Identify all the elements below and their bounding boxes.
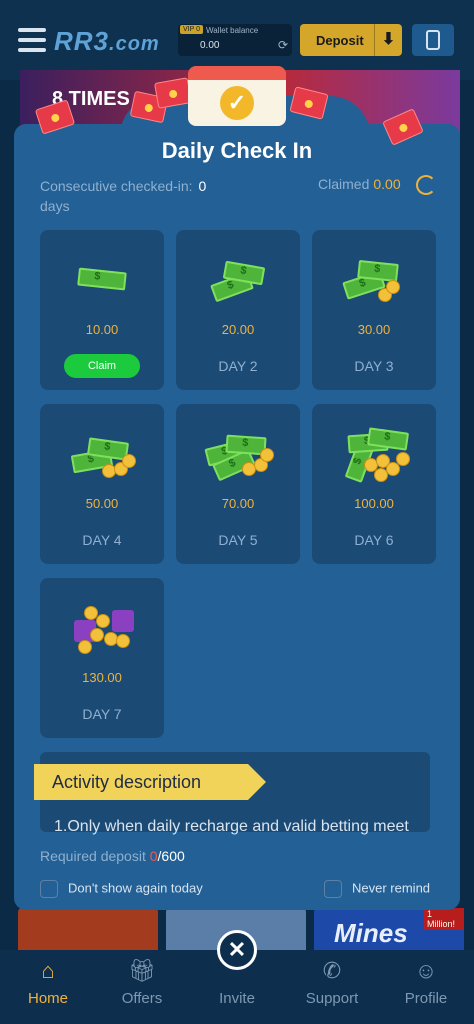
day-card-5[interactable]: 70.00 DAY 5 [176,404,300,564]
wallet-value: 0.00 [200,40,220,51]
logo: RR3.com [54,26,160,56]
reward-amount: 130.00 [82,670,122,685]
profile-icon: ☺ [414,958,438,983]
home-icon: ⌂ [41,958,55,983]
wallet-label: Wallet balance [206,26,259,35]
gift-icon: 🎁︎ [128,958,156,983]
consecutive-count: 0 [198,178,207,194]
cash-coins-icon [334,422,414,483]
mobile-app-button[interactable] [412,24,454,56]
day-card-1[interactable]: 10.00 Claim [40,230,164,390]
day-label: DAY 2 [218,358,258,374]
reward-amount: 10.00 [85,322,119,337]
day-card-6[interactable]: 100.00 DAY 6 [312,404,436,564]
claimed-total: Claimed 0.00 [318,176,401,192]
claim-button[interactable]: Claim [64,354,140,378]
day-card-2[interactable]: 20.00 DAY 2 [176,230,300,390]
phone-icon: ✆ [322,958,342,983]
cash-coins-icon [62,422,142,482]
dont-show-today-option[interactable]: Don't show again today [40,880,203,898]
mines-label: Mines [334,918,408,948]
required-max: /600 [157,848,185,864]
phone-icon [426,30,440,50]
vip-badge: VIP 0 [180,25,203,34]
cash-icon [62,248,142,308]
day-card-3[interactable]: 30.00 DAY 3 [312,230,436,390]
reward-amount: 20.00 [221,322,255,337]
cash-coins-icon [198,422,278,482]
nav-offers[interactable]: 🎁︎ Offers [102,958,182,1007]
check-icon: ✓ [220,86,254,120]
day-label: DAY 5 [218,532,258,548]
day-label: DAY 7 [82,706,122,722]
dont-show-checkbox[interactable] [40,880,58,898]
gift-coins-icon [62,596,142,656]
day-card-7[interactable]: 130.00 DAY 7 [40,578,164,738]
never-remind-checkbox[interactable] [324,880,342,898]
day-label: DAY 4 [82,532,122,548]
day-label: DAY 3 [354,358,394,374]
reward-amount: 30.00 [357,322,391,337]
menu-icon[interactable] [18,28,46,52]
reward-amount: 50.00 [85,496,119,511]
day-card-4[interactable]: 50.00 DAY 4 [40,404,164,564]
close-icon[interactable]: ✕ [217,930,257,970]
reward-amount: 100.00 [354,496,394,511]
deposit-button[interactable]: Deposit ⬇ [300,24,402,56]
activity-description-text: 1.Only when daily recharge and valid bet… [54,818,409,835]
never-remind-option[interactable]: Never remind [324,880,430,898]
game-tile-roulette[interactable] [18,908,158,954]
required-deposit: Required deposit 0/600 [40,848,185,864]
nav-support[interactable]: ✆ Support [292,958,372,1007]
refresh-icon[interactable] [416,175,436,195]
wallet-balance[interactable]: VIP 0 Wallet balance 0.00 ⟳ [178,24,292,56]
claimed-value: 0.00 [373,176,401,192]
jackpot-badge: 1 Million! [424,908,464,930]
cash-coins-icon [334,248,414,308]
nav-profile[interactable]: ☺ Profile [386,958,466,1007]
calendar-icon: ✓ [188,66,286,126]
download-icon: ⬇ [374,24,402,56]
cash-icon [198,248,278,308]
activity-description-title: Activity description [34,764,266,800]
refresh-icon[interactable]: ⟳ [278,38,288,52]
modal-title: Daily Check In [161,138,313,163]
required-current: 0 [149,848,158,864]
day-label: DAY 6 [354,532,394,548]
nav-home[interactable]: ⌂ Home [8,958,88,1007]
game-tile-mines[interactable]: 1 Million! Mines [314,908,464,954]
consecutive-checkin: Consecutive checked-in: 0 days [40,178,207,214]
reward-amount: 70.00 [221,496,255,511]
